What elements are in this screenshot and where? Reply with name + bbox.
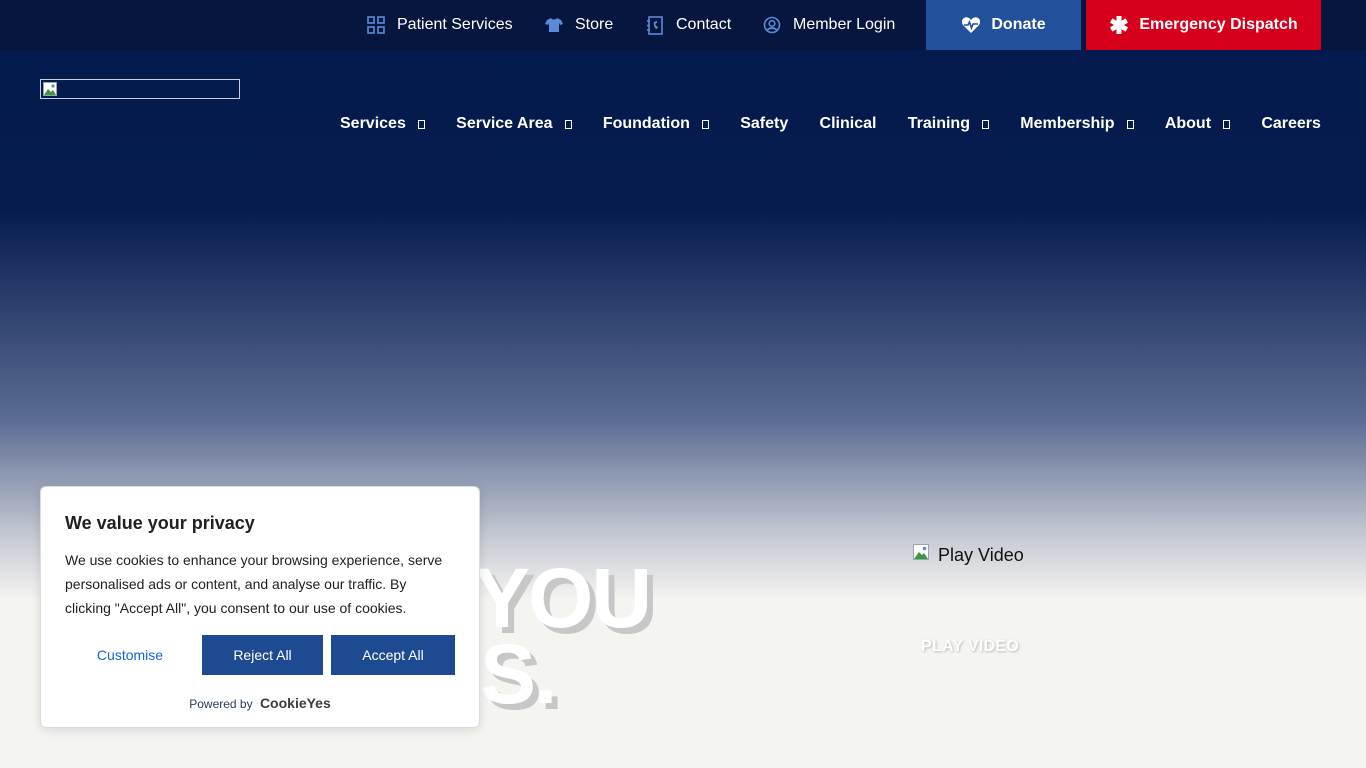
broken-image-icon (43, 82, 57, 96)
broken-image-icon (913, 543, 929, 560)
donate-label: Donate (991, 16, 1046, 33)
emergency-dispatch-label: Emergency Dispatch (1139, 16, 1298, 33)
donate-button[interactable]: Donate (926, 0, 1081, 50)
reject-all-button[interactable]: Reject All (202, 635, 323, 675)
contact-book-icon (647, 15, 663, 35)
store-label: Store (575, 16, 614, 33)
customise-button[interactable]: Customise (65, 635, 195, 675)
dropdown-icon (1126, 119, 1134, 129)
dropdown-icon (417, 119, 425, 129)
user-circle-icon (763, 16, 781, 34)
nav-label: Safety (740, 115, 789, 132)
nav-label: Services (340, 115, 406, 132)
utility-bar: Patient Services Store Contact Member Lo… (0, 0, 1366, 50)
cookie-consent-dialog: We value your privacy We use cookies to … (40, 486, 480, 728)
cookieyes-logo[interactable]: CookieYes (260, 695, 331, 711)
store-link[interactable]: Store (545, 0, 613, 50)
nav-label: Foundation (602, 115, 690, 132)
nav-label: Service Area (456, 115, 553, 132)
site-logo[interactable] (40, 79, 240, 99)
accept-all-button[interactable]: Accept All (331, 635, 455, 675)
nav-item-service-area[interactable]: Service Area (456, 115, 572, 133)
asterisk-icon (1110, 16, 1129, 34)
nav-item-services[interactable]: Services (340, 115, 425, 133)
nav-item-training[interactable]: Training (908, 115, 989, 133)
cookie-body: We use cookies to enhance your browsing … (65, 552, 443, 616)
contact-link[interactable]: Contact (647, 0, 731, 50)
patient-services-link[interactable]: Patient Services (367, 0, 513, 50)
main-nav: Services Service Area Foundation Safety … (340, 112, 1321, 136)
dropdown-icon (981, 119, 989, 129)
powered-by: Powered by CookieYes (41, 695, 479, 711)
member-login-link[interactable]: Member Login (763, 0, 895, 50)
grid-icon (367, 16, 385, 34)
emergency-dispatch-button[interactable]: Emergency Dispatch (1086, 0, 1321, 50)
dropdown-icon (701, 119, 709, 129)
nav-label: Clinical (819, 115, 877, 132)
nav-label: Training (907, 115, 970, 132)
nav-label: Careers (1261, 115, 1321, 132)
nav-item-about[interactable]: About (1164, 115, 1231, 133)
nav-item-clinical[interactable]: Clinical (820, 115, 877, 133)
cookie-title: We value your privacy (65, 513, 255, 533)
dropdown-icon (1223, 119, 1231, 129)
nav-item-careers[interactable]: Careers (1261, 115, 1321, 133)
patient-services-label: Patient Services (397, 16, 513, 33)
nav-item-membership[interactable]: Membership (1020, 115, 1134, 133)
contact-label: Contact (676, 16, 732, 33)
nav-label: Membership (1020, 115, 1115, 132)
nav-label: About (1164, 115, 1212, 132)
play-video-image[interactable]: Play Video (913, 543, 1024, 566)
heartbeat-icon (962, 17, 981, 33)
powered-by-label: Powered by (189, 697, 253, 711)
play-video-button[interactable]: PLAY VIDEO (921, 638, 1019, 656)
member-login-label: Member Login (793, 16, 896, 33)
tshirt-icon (545, 18, 563, 32)
nav-item-safety[interactable]: Safety (740, 115, 788, 133)
dropdown-icon (564, 119, 572, 129)
play-video-alt-text: Play Video (938, 545, 1024, 565)
nav-item-foundation[interactable]: Foundation (603, 115, 709, 133)
